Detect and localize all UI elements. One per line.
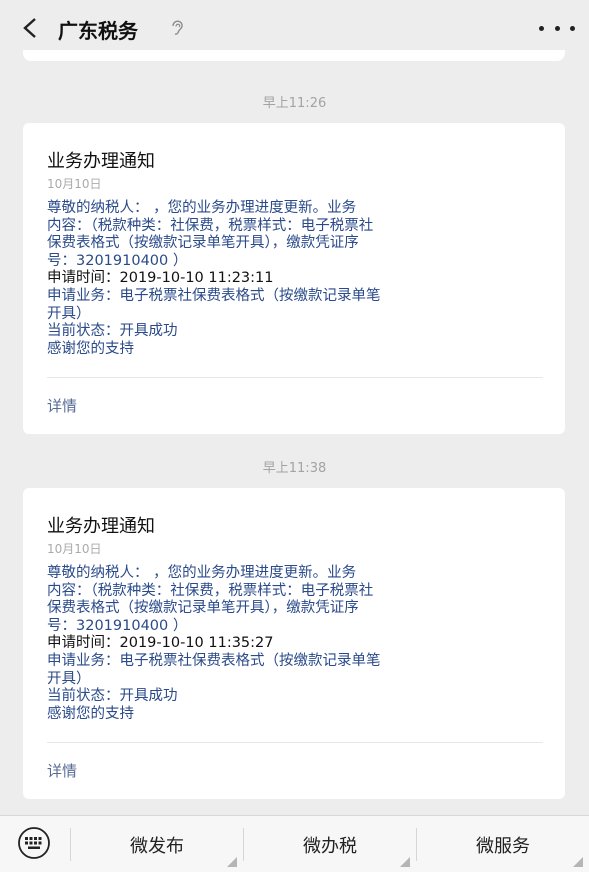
card-title: 业务办理通知 bbox=[47, 516, 155, 537]
bottom-menu-bar: 微发布 微办税 微服务 bbox=[0, 815, 589, 872]
details-link[interactable]: 详情 bbox=[47, 760, 77, 781]
back-icon[interactable] bbox=[16, 14, 44, 42]
body-line: 保费表格式（按缴款记录单笔开具），缴款凭证序 bbox=[47, 235, 359, 252]
card-date: 10月10日 bbox=[47, 542, 102, 556]
submenu-indicator-icon bbox=[573, 857, 583, 867]
business-line: 申请业务：电子税票社保费表格式（按缴款记录单笔 bbox=[47, 652, 381, 669]
timestamp: 早上11:38 bbox=[262, 461, 327, 476]
body-line: 保费表格式（按缴款记录单笔开具），缴款凭证序 bbox=[47, 600, 359, 617]
previous-card-edge bbox=[23, 50, 565, 61]
submenu-indicator-icon bbox=[400, 857, 410, 867]
menu-item-tax[interactable]: 微办税 bbox=[244, 816, 416, 872]
card-title: 业务办理通知 bbox=[47, 151, 155, 172]
menu-item-label: 微发布 bbox=[130, 835, 184, 857]
more-icon[interactable] bbox=[539, 14, 575, 42]
card-body: 尊敬的纳税人： ，您的业务办理进度更新。业务 内容：（税款种类：社保费，税票样式… bbox=[47, 200, 547, 358]
body-line: 内容：（税款种类：社保费，税票样式：电子税票社 bbox=[47, 582, 374, 599]
card-body: 尊敬的纳税人： ，您的业务办理进度更新。业务 内容：（税款种类：社保费，税票样式… bbox=[47, 565, 547, 723]
page-title: 广东税务 bbox=[58, 19, 138, 43]
body-line: 尊敬的纳税人： ，您的业务办理进度更新。业务 bbox=[47, 200, 357, 216]
business-line: 开具） bbox=[47, 670, 91, 687]
apply-time: 申请时间：2019-10-10 11:23:11 bbox=[47, 270, 274, 287]
apply-time: 申请时间：2019-10-10 11:35:27 bbox=[47, 635, 274, 652]
thanks-line: 感谢您的支持 bbox=[47, 705, 134, 722]
card-date: 10月10日 bbox=[47, 177, 102, 191]
menu-item-service[interactable]: 微服务 bbox=[417, 816, 589, 872]
divider bbox=[47, 377, 543, 378]
business-line: 开具） bbox=[47, 305, 91, 322]
notification-card[interactable]: 业务办理通知 10月10日 尊敬的纳税人： ，您的业务办理进度更新。业务 内容：… bbox=[23, 488, 565, 799]
body-line: 内容：（税款种类：社保费，税票样式：电子税票社 bbox=[47, 217, 374, 234]
body-line: 尊敬的纳税人： ，您的业务办理进度更新。业务 bbox=[47, 565, 357, 581]
ear-icon bbox=[168, 19, 186, 37]
keyboard-icon[interactable] bbox=[14, 827, 54, 859]
business-line: 申请业务：电子税票社保费表格式（按缴款记录单笔 bbox=[47, 287, 381, 304]
menu-item-publish[interactable]: 微发布 bbox=[71, 816, 243, 872]
body-line: 号：3201910400 ） bbox=[47, 252, 188, 269]
divider bbox=[47, 742, 543, 743]
notification-card[interactable]: 业务办理通知 10月10日 尊敬的纳税人： ，您的业务办理进度更新。业务 内容：… bbox=[23, 123, 565, 434]
status-line: 当前状态：开具成功 bbox=[47, 323, 178, 340]
menu-item-label: 微办税 bbox=[303, 835, 357, 857]
details-link[interactable]: 详情 bbox=[47, 395, 77, 416]
timestamp: 早上11:26 bbox=[262, 96, 327, 111]
submenu-indicator-icon bbox=[227, 857, 237, 867]
thanks-line: 感谢您的支持 bbox=[47, 340, 134, 357]
menu-item-label: 微服务 bbox=[476, 835, 530, 857]
status-line: 当前状态：开具成功 bbox=[47, 688, 178, 705]
body-line: 号：3201910400 ） bbox=[47, 617, 188, 634]
